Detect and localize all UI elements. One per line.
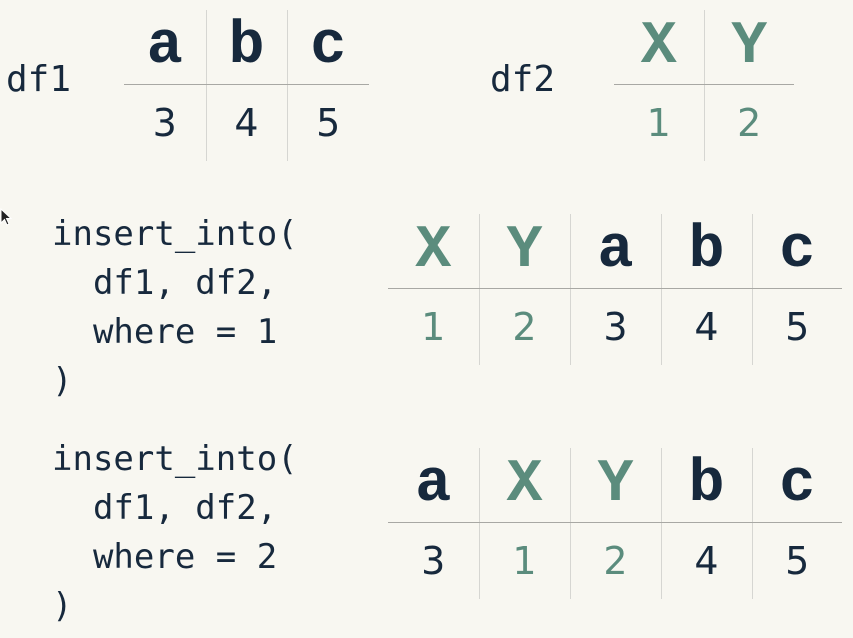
- df1-cell-c: 5: [286, 84, 369, 161]
- example1-code: insert_into( df1, df2, where = 1 ): [52, 210, 298, 406]
- df2-table: X Y 1 2: [614, 10, 794, 161]
- df1-col-b: b: [205, 10, 287, 85]
- example2-code: insert_into( df1, df2, where = 2 ): [52, 435, 298, 631]
- example1-col: a: [569, 214, 661, 289]
- example1-cell: 3: [569, 288, 661, 365]
- df1-table: a b c 3 4 5: [124, 10, 369, 161]
- code-line: df1, df2,: [52, 263, 278, 303]
- code-line: where = 1: [52, 312, 278, 352]
- example2-value-row: 3 1 2 4 5: [388, 522, 842, 599]
- df1-value-row: 3 4 5: [124, 84, 369, 161]
- example2-col: a: [388, 448, 479, 523]
- code-line: insert_into(: [52, 214, 298, 254]
- df2-cell-y: 2: [703, 84, 794, 161]
- code-line: df1, df2,: [52, 488, 278, 528]
- example1-value-row: 1 2 3 4 5: [388, 288, 842, 365]
- code-line: where = 2: [52, 537, 278, 577]
- df1-col-c: c: [286, 10, 369, 85]
- example1-col: c: [751, 214, 842, 289]
- code-line: ): [52, 361, 73, 401]
- example2-result-table: a X Y b c 3 1 2 4 5: [388, 448, 842, 599]
- example1-cell: 4: [660, 288, 752, 365]
- example2-col: X: [478, 448, 570, 523]
- example2-cell: 4: [660, 522, 752, 599]
- code-line: insert_into(: [52, 439, 298, 479]
- df2-cell-x: 1: [646, 101, 671, 145]
- example2-cell: 1: [478, 522, 570, 599]
- df1-cell-b: 4: [205, 84, 287, 161]
- example2-col: b: [660, 448, 752, 523]
- example1-cell: 1: [421, 305, 446, 349]
- example1-col: b: [660, 214, 752, 289]
- example1-cell: 5: [751, 288, 842, 365]
- mouse-pointer-icon: [0, 208, 13, 226]
- df1-header-row: a b c: [124, 10, 369, 85]
- example2-col: c: [751, 448, 842, 523]
- example2-col: Y: [569, 448, 661, 523]
- df2-value-row: 1 2: [614, 84, 794, 161]
- code-line: ): [52, 586, 73, 626]
- example2-cell: 5: [751, 522, 842, 599]
- example1-col: X: [388, 214, 479, 289]
- df2-header-row: X Y: [614, 10, 794, 85]
- df1-col-a: a: [124, 10, 206, 85]
- df2-col-y: Y: [703, 10, 794, 85]
- df1-label: df1: [6, 59, 72, 100]
- example1-result-table: X Y a b c 1 2 3 4 5: [388, 214, 842, 365]
- example1-header-row: X Y a b c: [388, 214, 842, 289]
- df2-label: df2: [490, 59, 556, 100]
- df1-cell-a: 3: [152, 101, 177, 145]
- example2-cell: 3: [421, 539, 446, 583]
- example1-cell: 2: [478, 288, 570, 365]
- example2-cell: 2: [569, 522, 661, 599]
- example2-header-row: a X Y b c: [388, 448, 842, 523]
- df2-col-x: X: [614, 10, 704, 85]
- example1-col: Y: [478, 214, 570, 289]
